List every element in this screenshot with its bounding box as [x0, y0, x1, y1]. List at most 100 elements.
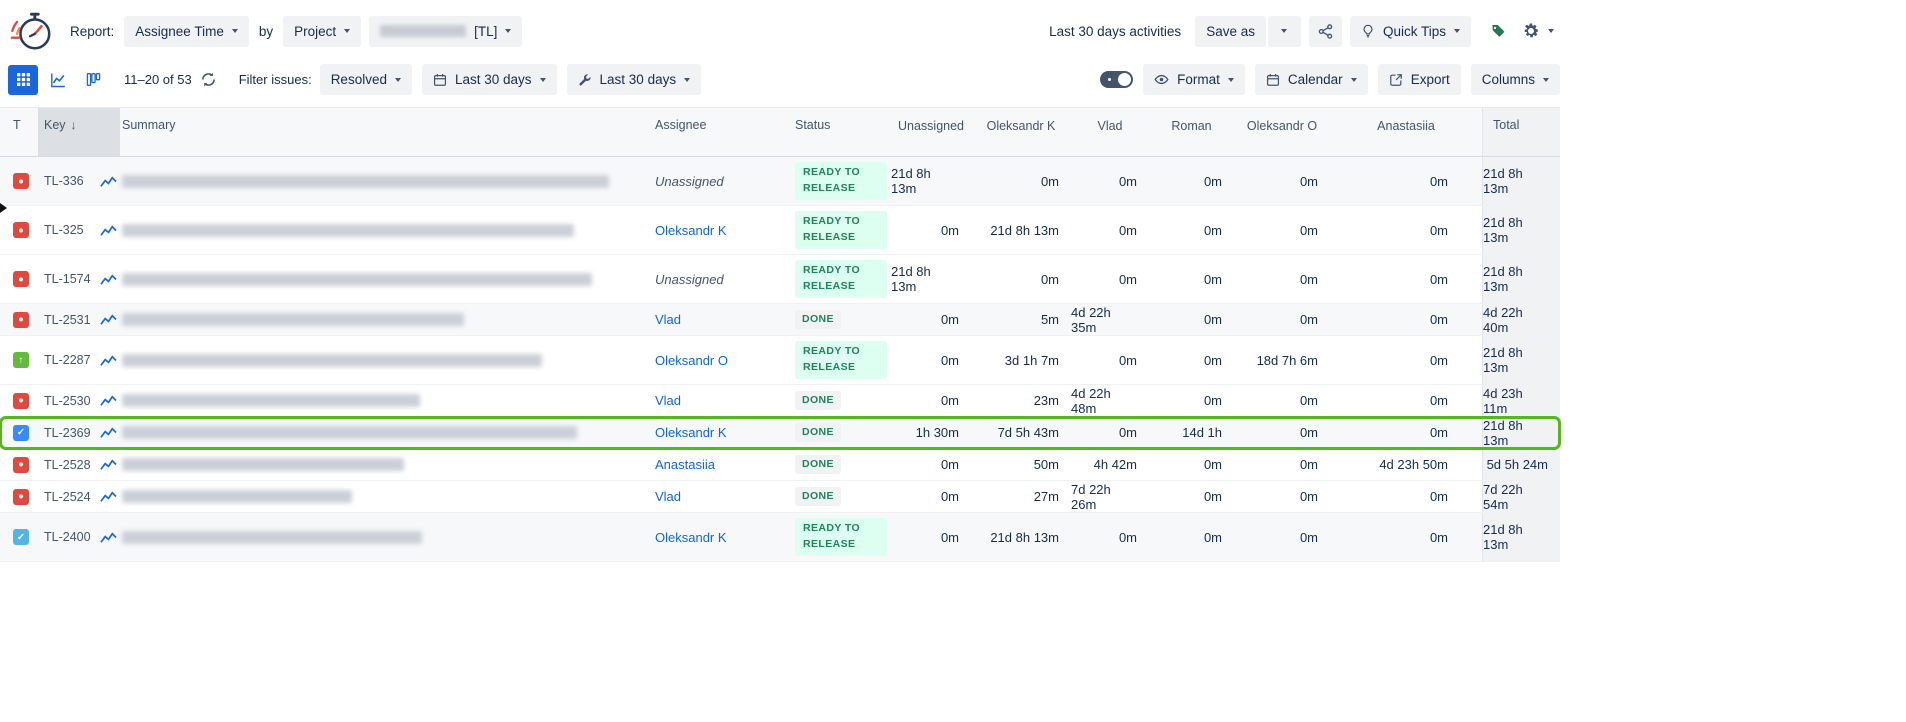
top-bar: Report: Assignee Time by Project [TL] La… [0, 0, 1564, 62]
worklog-range-dropdown[interactable]: Last 30 days [567, 64, 702, 95]
issue-key-link[interactable]: TL-2530 [44, 394, 92, 408]
col-key-label: Key [44, 118, 66, 132]
issue-key-link[interactable]: TL-2400 [44, 530, 92, 544]
assignee-cell[interactable]: Oleksandr K [650, 206, 785, 254]
trend-chart-icon[interactable] [100, 490, 117, 503]
issue-key-link[interactable]: TL-2524 [44, 490, 92, 504]
refresh-button[interactable] [192, 64, 225, 95]
group-by-dropdown[interactable]: Project [283, 16, 361, 47]
assignee-cell[interactable]: Vlad [650, 481, 785, 512]
board-view-button[interactable] [78, 65, 108, 95]
report-type-dropdown[interactable]: Assignee Time [124, 16, 249, 47]
assignee-cell[interactable]: Vlad [650, 304, 785, 335]
col-oleksandr-k[interactable]: Oleksandr K [971, 108, 1071, 156]
trend-chart-icon[interactable] [100, 426, 117, 439]
col-roman[interactable]: Roman [1149, 108, 1234, 156]
report-app: Report: Assignee Time by Project [TL] La… [0, 0, 1564, 562]
issue-key-link[interactable]: TL-2369 [44, 426, 92, 440]
time-cell: 0m [1149, 481, 1234, 512]
trend-chart-icon[interactable] [100, 531, 117, 544]
table-row-tl-336[interactable]: ●TL-336UnassignedREADY TO RELEASE21d 8h … [0, 157, 1560, 206]
issue-key-link[interactable]: TL-325 [44, 223, 92, 237]
total-cell: 4d 23h 11m [1482, 385, 1560, 416]
settings-button[interactable] [1516, 16, 1560, 47]
assignee-cell[interactable]: Unassigned [650, 255, 785, 303]
bug-icon: ● [13, 489, 29, 505]
issue-type-icon-cell: ● [0, 449, 38, 480]
project-dropdown[interactable]: [TL] [369, 16, 522, 47]
wrench-icon [578, 73, 592, 87]
col-unassigned[interactable]: Unassigned [891, 108, 971, 156]
labels-button[interactable] [1481, 16, 1514, 47]
format-dropdown[interactable]: Format [1143, 64, 1245, 95]
table-row-tl-2400[interactable]: ✓TL-2400Oleksandr KREADY TO RELEASE0m21d… [0, 513, 1560, 562]
trend-chart-icon[interactable] [100, 394, 117, 407]
table-row-tl-325[interactable]: ●TL-325Oleksandr KREADY TO RELEASE0m21d … [0, 206, 1560, 255]
trend-chart-icon[interactable] [100, 273, 117, 286]
toolbar-right: Format Calendar Export [1100, 64, 1560, 95]
col-total[interactable]: Total [1482, 108, 1560, 156]
chart-view-button[interactable] [43, 65, 73, 95]
time-cell: 21d 8h 13m [971, 206, 1071, 254]
date-range-dropdown[interactable]: Last 30 days [422, 64, 557, 95]
table-row-tl-2287[interactable]: ↑TL-2287Oleksandr OREADY TO RELEASE0m3d … [0, 336, 1560, 385]
theme-toggle[interactable] [1100, 71, 1133, 88]
export-button[interactable]: Export [1378, 64, 1461, 95]
issue-key-link[interactable]: TL-1574 [44, 272, 92, 286]
time-cell: 0m [1330, 513, 1482, 561]
bug-icon: ● [13, 222, 29, 238]
col-type[interactable]: T [0, 108, 38, 156]
table-row-tl-2531[interactable]: ●TL-2531VladDONE0m5m4d 22h 35m0m0m0m4d 2… [0, 304, 1560, 336]
assignee-cell[interactable]: Unassigned [650, 157, 785, 205]
time-cell: 0m [1330, 385, 1482, 416]
col-oleksandr-o[interactable]: Oleksandr O [1234, 108, 1330, 156]
col-summary[interactable]: Summary [120, 108, 650, 156]
assignee-cell[interactable]: Oleksandr K [650, 513, 785, 561]
date-range-value: Last 30 days [455, 72, 532, 87]
col-key[interactable]: Key ↓ [38, 108, 120, 156]
trend-chart-icon[interactable] [100, 175, 117, 188]
trend-chart-icon[interactable] [100, 354, 117, 367]
table-row-tl-2528[interactable]: ●TL-2528AnastasiiaDONE0m50m4h 42m0m0m4d … [0, 449, 1560, 481]
col-vlad[interactable]: Vlad [1071, 108, 1149, 156]
activities-period-link[interactable]: Last 30 days activities [1049, 24, 1181, 39]
table-row-tl-2530[interactable]: ●TL-2530VladDONE0m23m4d 22h 48m0m0m0m4d … [0, 385, 1560, 417]
table-row-tl-1574[interactable]: ●TL-1574UnassignedREADY TO RELEASE21d 8h… [0, 255, 1560, 304]
pagination-text: 11–20 of 53 [124, 72, 192, 87]
issue-type-icon-cell: ● [0, 481, 38, 512]
table-row-tl-2369[interactable]: ✓TL-2369Oleksandr KDONE1h 30m7d 5h 43m0m… [0, 417, 1560, 449]
status-badge: READY TO RELEASE [795, 211, 887, 249]
panel-resize-handle[interactable] [0, 203, 7, 213]
save-as-menu-button[interactable] [1268, 16, 1301, 47]
report-type-value: Assignee Time [135, 24, 224, 39]
col-assignee[interactable]: Assignee [650, 108, 785, 156]
grid-view-button[interactable] [8, 65, 38, 95]
quick-tips-button[interactable]: Quick Tips [1350, 16, 1471, 47]
columns-dropdown[interactable]: Columns [1471, 64, 1560, 95]
trend-chart-icon[interactable] [100, 458, 117, 471]
col-status[interactable]: Status [785, 108, 891, 156]
time-cell: 4d 22h 48m [1071, 385, 1149, 416]
time-cell: 0m [1234, 255, 1330, 303]
assignee-cell[interactable]: Oleksandr O [650, 336, 785, 384]
save-as-button[interactable]: Save as [1195, 16, 1266, 47]
assignee-cell[interactable]: Oleksandr K [650, 417, 785, 448]
trend-chart-icon[interactable] [100, 313, 117, 326]
filter-issues-label: Filter issues: [239, 72, 312, 87]
assignee-cell[interactable]: Vlad [650, 385, 785, 416]
issue-key-link[interactable]: TL-2287 [44, 353, 92, 367]
issue-key-link[interactable]: TL-2531 [44, 313, 92, 327]
calendar-dropdown[interactable]: Calendar [1255, 64, 1368, 95]
time-cell: 0m [891, 449, 971, 480]
trend-chart-icon[interactable] [100, 224, 117, 237]
issue-key-link[interactable]: TL-2528 [44, 458, 92, 472]
status-cell: READY TO RELEASE [785, 206, 891, 254]
assignee-cell[interactable]: Anastasiia [650, 449, 785, 480]
bug-icon: ● [13, 173, 29, 189]
share-button[interactable] [1309, 16, 1342, 47]
issue-key-link[interactable]: TL-336 [44, 174, 92, 188]
table-row-tl-2524[interactable]: ●TL-2524VladDONE0m27m7d 22h 26m0m0m0m7d … [0, 481, 1560, 513]
col-anastasiia[interactable]: Anastasiia [1330, 108, 1482, 156]
time-cell: 0m [1071, 255, 1149, 303]
resolution-filter-dropdown[interactable]: Resolved [320, 64, 412, 95]
